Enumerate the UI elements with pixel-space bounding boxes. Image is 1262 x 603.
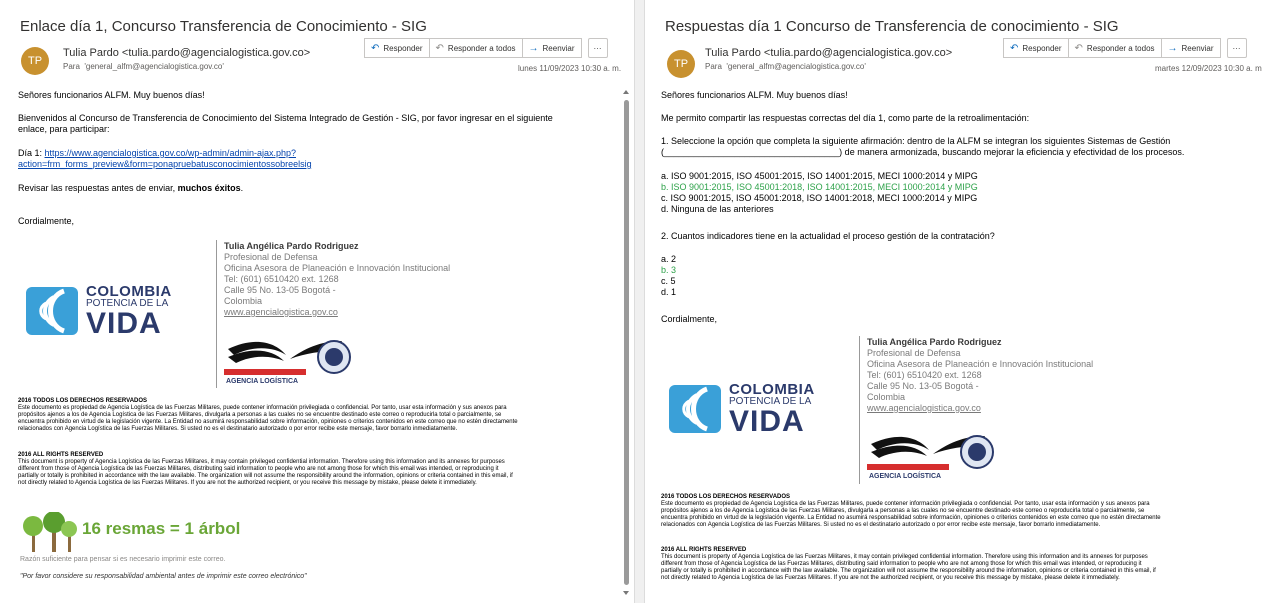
- agency-emblem: AGENCIA LOGÍSTICA: [867, 430, 997, 487]
- forward-icon: →: [528, 42, 539, 54]
- agency-wings-icon: AGENCIA LOGÍSTICA: [867, 435, 994, 480]
- colombia-potencia-logo: COLOMBIA POTENCIA DE LA VIDA: [667, 381, 815, 437]
- more-icon: ···: [593, 43, 602, 53]
- message-actions: ↶ Responder ↶ Responder a todos → Reenviar …: [364, 38, 608, 58]
- intro-line-2: enlace, para participar:: [18, 124, 110, 134]
- scrollbar[interactable]: [622, 90, 630, 595]
- message-pane-right: Respuestas día 1 Concurso de Transferenc…: [645, 0, 1262, 603]
- legal-en: 2016 ALL RIGHTS RESERVED This document i…: [18, 452, 513, 486]
- q2-option-d: d. 1: [661, 287, 677, 297]
- question-1-line-2: (___________________________________) de…: [661, 147, 1185, 157]
- tree-icon: [22, 512, 78, 552]
- reply-all-icon: ↶: [1074, 42, 1083, 54]
- signature-name: Tulia Angélica Pardo Rodriguez: [224, 241, 359, 251]
- legal-en: 2016 ALL RIGHTS RESERVED This document i…: [661, 547, 1156, 581]
- forward-button[interactable]: → Reenviar: [1160, 38, 1221, 58]
- reply-all-button[interactable]: ↶ Responder a todos: [428, 38, 523, 58]
- form-link[interactable]: https://www.agencialogistica.gov.co/wp-a…: [45, 148, 296, 158]
- agency-emblem: AGENCIA LOGÍSTICA: [224, 335, 354, 392]
- message-subject: Respuestas día 1 Concurso de Transferenc…: [665, 18, 1119, 35]
- avatar[interactable]: TP: [21, 47, 49, 75]
- intro: Me permito compartir las respuestas corr…: [661, 113, 1030, 123]
- greeting: Señores funcionarios ALFM. Muy buenos dí…: [661, 90, 848, 100]
- signature-divider: [216, 240, 217, 388]
- message-actions: ↶ Responder ↶ Responder a todos → Reenviar …: [1003, 38, 1247, 58]
- closing: Cordialmente,: [661, 314, 718, 324]
- svg-text:AGENCIA LOGÍSTICA: AGENCIA LOGÍSTICA: [226, 376, 298, 385]
- website-link[interactable]: www.agencialogistica.gov.co: [867, 403, 1093, 414]
- signature: Tulia Angélica Pardo Rodriguez Profesion…: [867, 337, 1094, 414]
- svg-text:AGENCIA LOGÍSTICA: AGENCIA LOGÍSTICA: [869, 471, 941, 480]
- sender[interactable]: Tulia Pardo <tulia.pardo@agencialogistic…: [705, 47, 952, 59]
- legal-es: 2016 TODOS LOS DERECHOS RESERVADOS Este …: [661, 494, 1161, 528]
- link-line-2: action=frm_forms_preview&form=ponaprueba…: [18, 159, 312, 170]
- greeting: Señores funcionarios ALFM. Muy buenos dí…: [18, 90, 205, 100]
- reply-all-icon: ↶: [435, 42, 444, 54]
- recipients: Para 'general_alfm@agencialogistica.gov.…: [705, 62, 866, 71]
- q1-option-a: a. ISO 9001:2015, ISO 45001:2015, ISO 14…: [661, 171, 978, 181]
- eco-note: "Por favor considere su responsabilidad …: [20, 573, 307, 580]
- sender[interactable]: Tulia Pardo <tulia.pardo@agencialogistic…: [63, 47, 310, 59]
- form-link-continued[interactable]: action=frm_forms_preview&form=ponaprueba…: [18, 159, 312, 169]
- q2-option-a: a. 2: [661, 254, 677, 264]
- pane-divider[interactable]: [634, 0, 645, 603]
- reply-button[interactable]: ↶ Responder: [364, 38, 430, 58]
- eco-slogan: 16 resmas = 1 árbol: [82, 519, 241, 538]
- scroll-down-icon[interactable]: [623, 591, 629, 595]
- q1-option-c: c. ISO 9001:2015, ISO 45001:2018, ISO 14…: [661, 193, 978, 203]
- reply-icon: ↶: [371, 42, 380, 54]
- scroll-thumb[interactable]: [624, 100, 629, 585]
- question-2: 2. Cuantos indicadores tiene en la actua…: [661, 231, 995, 241]
- signature-divider: [859, 336, 860, 484]
- forward-icon: →: [1167, 42, 1178, 54]
- more-icon: ···: [1232, 43, 1241, 53]
- avatar[interactable]: TP: [667, 50, 695, 78]
- eco-reason: Razón suficiente para pensar si es neces…: [20, 556, 226, 563]
- wave-logo-icon: [669, 385, 721, 433]
- legal-es: 2016 TODOS LOS DERECHOS RESERVADOS Este …: [18, 398, 518, 432]
- sent-date: lunes 11/09/2023 10:30 a. m.: [518, 64, 622, 73]
- reply-all-button[interactable]: ↶ Responder a todos: [1067, 38, 1162, 58]
- more-actions-button[interactable]: ···: [1226, 38, 1247, 58]
- signature-name: Tulia Angélica Pardo Rodriguez: [867, 337, 1002, 347]
- wave-logo-icon: [26, 287, 78, 335]
- link-line-1: Día 1: https://www.agencialogistica.gov.…: [18, 148, 296, 158]
- sent-date: martes 12/09/2023 10:30 a. m.: [1155, 64, 1262, 73]
- recipients: Para 'general_alfm@agencialogistica.gov.…: [63, 62, 224, 71]
- reply-icon: ↶: [1010, 42, 1019, 54]
- q1-option-d: d. Ninguna de las anteriores: [661, 204, 774, 214]
- more-actions-button[interactable]: ···: [587, 38, 608, 58]
- agency-wings-icon: AGENCIA LOGÍSTICA: [224, 340, 351, 385]
- signature: Tulia Angélica Pardo Rodriguez Profesion…: [224, 241, 451, 318]
- forward-button[interactable]: → Reenviar: [521, 38, 582, 58]
- q1-option-b-correct: b. ISO 9001:2015, ISO 45001:2018, ISO 14…: [661, 182, 978, 192]
- review-note: Revisar las respuestas antes de enviar, …: [18, 183, 244, 193]
- q2-option-b-correct: b. 3: [661, 265, 677, 275]
- intro-line-1: Bienvenidos al Concurso de Transferencia…: [18, 113, 553, 123]
- closing: Cordialmente,: [18, 216, 75, 226]
- question-1-line-1: 1. Seleccione la opción que completa la …: [661, 136, 1171, 146]
- q2-option-c: c. 5: [661, 276, 676, 286]
- reply-button[interactable]: ↶ Responder: [1003, 38, 1069, 58]
- message-subject: Enlace día 1, Concurso Transferencia de …: [20, 18, 427, 35]
- message-pane-left: Enlace día 1, Concurso Transferencia de …: [0, 0, 634, 603]
- colombia-potencia-logo: COLOMBIA POTENCIA DE LA VIDA: [24, 283, 172, 339]
- scroll-up-icon[interactable]: [623, 90, 629, 94]
- website-link[interactable]: www.agencialogistica.gov.co: [224, 307, 450, 318]
